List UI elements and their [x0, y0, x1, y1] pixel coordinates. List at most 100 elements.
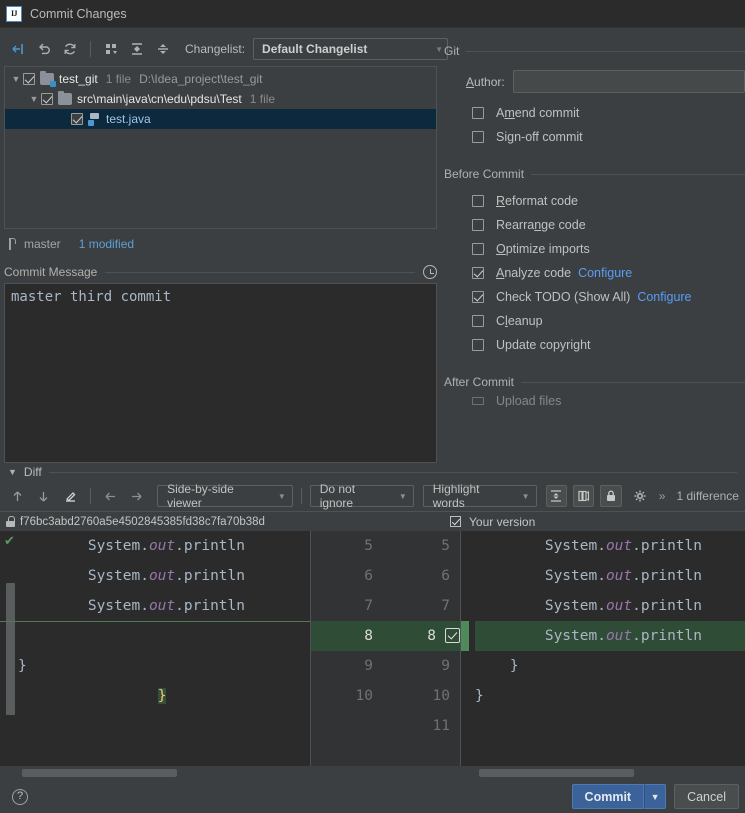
gutter-row-highlighted: 8 8: [311, 621, 460, 651]
optimize-imports-checkbox[interactable]: [472, 243, 484, 255]
author-input[interactable]: [512, 70, 745, 93]
code-line: System.out.println: [475, 538, 702, 554]
analyze-code-checkbox[interactable]: [472, 267, 484, 279]
gutter-row: 77: [311, 591, 460, 621]
commit-dropdown-chevron-down-icon[interactable]: ▼: [644, 784, 667, 809]
collapse-to-left-icon[interactable]: [6, 37, 30, 61]
tree-node-path: D:\Idea_project\test_git: [139, 72, 263, 86]
commit-button[interactable]: Commit: [571, 784, 645, 809]
dialog-footer: ? Commit ▼ Cancel: [0, 780, 745, 813]
diff-panes: ✔ System.out.println System.out.println …: [0, 531, 745, 776]
left-pane-scroll-thumb[interactable]: [6, 583, 15, 715]
line-number-right: 7: [441, 598, 450, 614]
arrow-right-icon[interactable]: [125, 485, 148, 507]
row-checkbox[interactable]: [23, 73, 35, 85]
window-title: Commit Changes: [30, 6, 127, 21]
right-column: Git Author: Amend commit Sign-off commit…: [444, 44, 745, 407]
whitespace-mode-dropdown[interactable]: Do not ignore ▼: [309, 482, 414, 510]
your-version-checkbox[interactable]: [450, 516, 461, 527]
check-todo-row[interactable]: Check TODO (Show All) Configure: [444, 285, 745, 309]
divider: [48, 471, 737, 473]
diff-revision-strip: f76bc3abd2760a5e4502845385fd38c7fa70b38d…: [0, 511, 745, 531]
author-field-row: Author:: [444, 70, 745, 93]
commit-changes-dialog: IJ Commit Changes Changelist: Default Ch…: [0, 0, 745, 813]
expand-all-icon[interactable]: [125, 37, 149, 61]
amend-commit-checkbox[interactable]: [472, 107, 484, 119]
after-commit-checkbox[interactable]: [472, 397, 484, 405]
divider: [531, 173, 745, 175]
branch-status-bar: master 1 modified: [4, 233, 437, 255]
amend-commit-row[interactable]: Amend commit: [444, 101, 745, 125]
line-number-right: 8: [427, 628, 436, 644]
line-number-left: 9: [364, 658, 373, 674]
optimize-imports-label: Optimize imports: [496, 242, 590, 256]
diff-right-pane[interactable]: System.out.println System.out.println Sy…: [461, 531, 745, 776]
chevron-double-right-icon[interactable]: »: [659, 489, 666, 503]
chevron-down-icon[interactable]: ▼: [27, 94, 41, 104]
accept-change-checkbox[interactable]: [445, 628, 460, 643]
edit-pencil-icon[interactable]: [58, 485, 81, 507]
analyze-code-row[interactable]: Analyze code Configure: [444, 261, 745, 285]
help-icon[interactable]: ?: [12, 788, 28, 805]
table-row[interactable]: ▼ test_git 1 file D:\Idea_project\test_g…: [5, 69, 436, 89]
rearrange-code-checkbox[interactable]: [472, 219, 484, 231]
line-number-right: 5: [441, 538, 450, 554]
cancel-button[interactable]: Cancel: [674, 784, 739, 809]
show-whitespace-icon[interactable]: [572, 485, 595, 507]
commit-message-input[interactable]: master third commit: [4, 283, 437, 463]
arrow-up-icon[interactable]: [6, 485, 29, 507]
viewer-mode-dropdown[interactable]: Side-by-side viewer ▼: [157, 482, 293, 510]
refresh-icon[interactable]: [58, 37, 82, 61]
analyze-code-configure-link[interactable]: Configure: [578, 266, 632, 280]
reformat-code-checkbox[interactable]: [472, 195, 484, 207]
check-todo-configure-link[interactable]: Configure: [637, 290, 691, 304]
viewer-mode-value: Side-by-side viewer: [167, 482, 234, 510]
code-line: System.out.println: [18, 568, 245, 584]
whitespace-mode-value: Do not ignore: [319, 482, 356, 510]
clock-icon[interactable]: [423, 265, 437, 279]
signoff-commit-row[interactable]: Sign-off commit: [444, 125, 745, 149]
window-titlebar: IJ Commit Changes: [0, 0, 745, 28]
after-commit-clipped-row[interactable]: Upload files: [444, 395, 745, 407]
changed-files-tree[interactable]: ▼ test_git 1 file D:\Idea_project\test_g…: [4, 66, 437, 229]
cleanup-row[interactable]: Cleanup: [444, 309, 745, 333]
rearrange-code-row[interactable]: Rearrange code: [444, 213, 745, 237]
group-by-icon[interactable]: [99, 37, 123, 61]
signoff-commit-checkbox[interactable]: [472, 131, 484, 143]
diff-right-header: Your version: [450, 515, 745, 529]
diff-left-pane[interactable]: ✔ System.out.println System.out.println …: [0, 531, 311, 776]
collapse-all-icon[interactable]: [151, 37, 175, 61]
git-group-title: Git: [444, 44, 460, 58]
update-copyright-row[interactable]: Update copyright: [444, 333, 745, 357]
chevron-down-icon[interactable]: ▼: [9, 74, 23, 84]
gutter-row: 10 10: [311, 681, 460, 711]
check-todo-checkbox[interactable]: [472, 291, 484, 303]
row-checkbox[interactable]: [41, 93, 53, 105]
line-number-left: 10: [355, 688, 373, 704]
tree-node-label: test_git: [59, 72, 98, 86]
update-copyright-checkbox[interactable]: [472, 339, 484, 351]
collapse-unchanged-icon[interactable]: [545, 485, 567, 507]
optimize-imports-row[interactable]: Optimize imports: [444, 237, 745, 261]
cleanup-checkbox[interactable]: [472, 315, 484, 327]
changelist-dropdown[interactable]: Default Changelist ▼: [253, 38, 449, 60]
chevron-down-icon: ▼: [521, 491, 530, 501]
chevron-down-icon[interactable]: ▼: [8, 467, 17, 477]
reformat-code-row[interactable]: Reformat code: [444, 189, 745, 213]
code-line: }: [475, 688, 484, 704]
undo-icon[interactable]: [32, 37, 56, 61]
after-commit-group-title: After Commit: [444, 375, 515, 389]
revision-hash: f76bc3abd2760a5e4502845385fd38c7fa70b38d: [20, 515, 265, 528]
settings-gear-icon[interactable]: [629, 485, 652, 507]
code-line: System.out.println: [18, 538, 245, 554]
arrow-left-icon[interactable]: [99, 485, 122, 507]
highlight-mode-dropdown[interactable]: Highlight words ▼: [422, 482, 537, 510]
table-row[interactable]: test.java: [5, 109, 436, 129]
tree-node-meta: 1 file: [105, 72, 132, 86]
row-checkbox[interactable]: [71, 113, 83, 125]
lock-icon[interactable]: [600, 485, 622, 507]
cleanup-label: Cleanup: [496, 314, 543, 328]
modified-count: 1 modified: [78, 237, 135, 251]
arrow-down-icon[interactable]: [32, 485, 55, 507]
table-row[interactable]: ▼ src\main\java\cn\edu\pdsu\Test 1 file: [5, 89, 436, 109]
